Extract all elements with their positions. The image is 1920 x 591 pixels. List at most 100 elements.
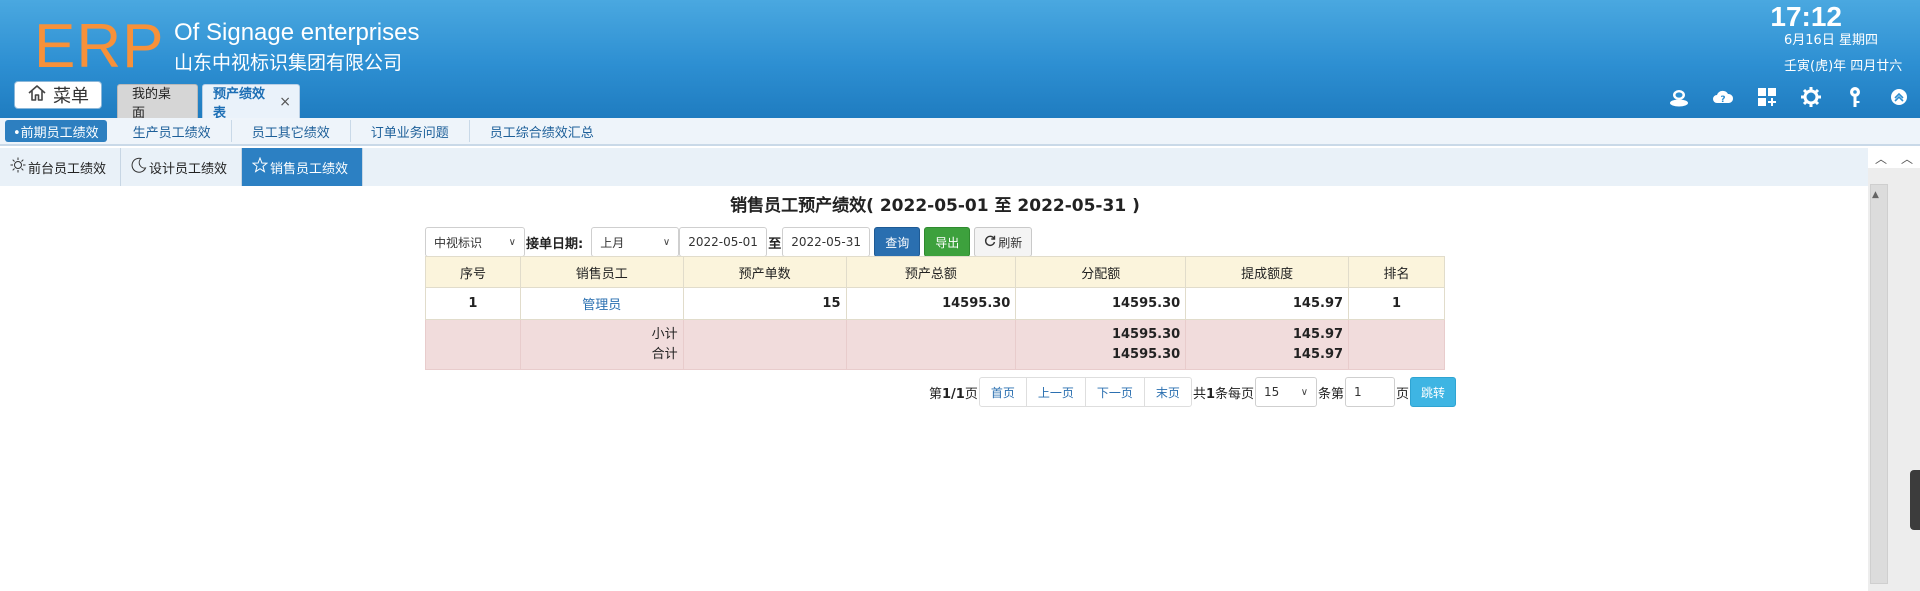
chevron-up-icon[interactable]: ︿ (1901, 150, 1913, 167)
subnav-item-performance-summary[interactable]: 员工综合绩效汇总 (470, 120, 614, 142)
column-header[interactable]: 分配额 (1015, 256, 1187, 288)
page-jump-input[interactable]: 1 (1345, 377, 1396, 407)
summary-commission: 145.97 145.97 (1185, 319, 1350, 370)
column-header[interactable]: 预产总额 (845, 256, 1017, 288)
moon-icon (131, 157, 147, 177)
grand-total-commission: 145.97 (1292, 346, 1344, 362)
clock-date: 6月16日 星期四 (1784, 33, 1878, 48)
key-icon[interactable] (1844, 86, 1866, 108)
total-prefix: 共 (1192, 386, 1206, 402)
side-panel-handle[interactable] (1910, 470, 1920, 530)
tab-design-performance[interactable]: 设计员工绩效 (121, 148, 243, 186)
page-value: 1/1 (942, 386, 965, 402)
summary-cell (845, 319, 1017, 370)
cell-number: 1 (425, 287, 521, 320)
erp-logo: ERP (34, 12, 165, 81)
settings-gear-icon[interactable] (1800, 86, 1822, 108)
period-select[interactable]: 上月 ∨ (591, 227, 680, 257)
cell-commission: 145.97 (1185, 287, 1350, 320)
apps-icon[interactable] (1756, 86, 1778, 108)
subtotal-allocated: 14595.30 (1111, 326, 1181, 342)
pagination: 第1/1页 首页 上一页 下一页 末页 共1条每页 15 ∨ 条第 1 页 跳转 (929, 376, 1457, 408)
subnav-item-other-performance[interactable]: 员工其它绩效 (232, 120, 351, 142)
date-range-separator: 至 (768, 236, 782, 252)
subnav-item-production-performance[interactable]: 生产员工绩效 (119, 120, 232, 142)
company-select-value: 中视标识 (434, 235, 483, 250)
inner-tab-bar: 前台员工绩效 设计员工绩效 销售员工绩效 (0, 148, 1868, 186)
column-header[interactable]: 销售员工 (519, 256, 684, 288)
cell-total: 14595.30 (845, 287, 1017, 320)
page-prefix: 第 (929, 386, 943, 402)
sun-icon (10, 157, 26, 177)
go-button[interactable]: 跳转 (1410, 377, 1457, 407)
cell-allocated: 14595.30 (1015, 287, 1187, 320)
grand-total-label: 合计 (651, 346, 678, 362)
svg-text:?: ? (1720, 95, 1725, 105)
tab-label: 前台员工绩效 (28, 161, 107, 177)
goto-prefix: 条第 (1318, 386, 1345, 402)
cell-employee: 管理员 (519, 287, 684, 320)
header-toolbar: ? (1668, 86, 1910, 108)
scroll-arrows[interactable]: ︿ ︿ (1868, 148, 1920, 168)
summary-labels: 小计 合计 (519, 319, 684, 370)
employee-link[interactable]: 管理员 (582, 298, 621, 313)
company-select[interactable]: 中视标识 ∨ (425, 227, 525, 257)
summary-row: 小计 合计 14595.30 14595.30 145.97 145.97 (425, 319, 1445, 370)
refresh-button[interactable]: 刷新 (974, 227, 1033, 257)
subtotal-commission: 145.97 (1292, 326, 1344, 342)
end-date-input[interactable]: 2022-05-31 (782, 227, 871, 257)
chevron-down-icon: ∨ (662, 236, 671, 248)
subnav-item-order-issues[interactable]: 订单业务问题 (351, 120, 470, 142)
page-size-value: 15 (1264, 385, 1280, 399)
home-icon (27, 83, 47, 108)
subnav-item-front-performance[interactable]: •前期员工绩效 (5, 120, 107, 142)
page-indicator: 第1/1页 (929, 383, 978, 402)
summary-cell (1348, 319, 1445, 370)
sub-navigation: •前期员工绩效 生产员工绩效 员工其它绩效 订单业务问题 员工综合绩效汇总 (0, 118, 1920, 146)
tab-production-performance[interactable]: 预产绩效表 × (202, 84, 300, 121)
column-header[interactable]: 序号 (425, 256, 521, 288)
collapse-up-icon[interactable] (1888, 86, 1910, 108)
close-tab-icon[interactable]: × (279, 94, 291, 110)
scroll-up-arrow-icon[interactable]: ▲ (1872, 190, 1879, 200)
subtotal-label: 小计 (651, 326, 678, 342)
star-icon (251, 156, 269, 177)
column-header[interactable]: 排名 (1348, 256, 1445, 288)
tab-label: 预产绩效表 (213, 86, 266, 121)
page-suffix: 页 (964, 386, 978, 402)
refresh-icon (984, 235, 996, 250)
clock-time: 17:12 (1770, 1, 1842, 32)
next-page-link[interactable]: 下一页 (1086, 378, 1145, 406)
company-name-chinese: 山东中视标识集团有限公司 (174, 52, 403, 74)
column-header[interactable]: 提成额度 (1185, 256, 1350, 288)
menu-button[interactable]: 菜单 (14, 81, 102, 109)
tab-sales-performance[interactable]: 销售员工绩效 (242, 148, 364, 186)
last-page-link[interactable]: 末页 (1145, 378, 1191, 406)
tab-front-desk-performance[interactable]: 前台员工绩效 (0, 148, 122, 186)
first-page-link[interactable]: 首页 (980, 378, 1027, 406)
filter-bar: 中视标识 ∨ 接单日期: 上月 ∨ 2022-05-01 至 2022-05-3… (425, 227, 1033, 257)
clock-lunar-date: 壬寅(虎)年 四月廿六 (1784, 59, 1903, 74)
grand-total-allocated: 14595.30 (1111, 346, 1181, 362)
chevron-down-icon: ∨ (508, 236, 516, 248)
chevron-down-icon: ∨ (1300, 386, 1309, 398)
prev-page-link[interactable]: 上一页 (1027, 378, 1086, 406)
summary-cell (425, 319, 521, 370)
start-date-input[interactable]: 2022-05-01 (679, 227, 768, 257)
tab-my-desktop[interactable]: 我的桌面 (117, 84, 198, 121)
export-button[interactable]: 导出 (924, 227, 971, 257)
help-cloud-icon[interactable]: ? (1712, 86, 1734, 108)
goto-suffix: 页 (1396, 386, 1410, 402)
report-title: 销售员工预产绩效( 2022-05-01 至 2022-05-31 ) (730, 196, 1140, 216)
menu-label: 菜单 (53, 86, 89, 107)
page-links: 首页 上一页 下一页 末页 (978, 377, 1192, 407)
scrollbar-thumb[interactable] (1870, 184, 1888, 584)
summary-cell (682, 319, 847, 370)
query-button[interactable]: 查询 (874, 227, 921, 257)
page-size-select[interactable]: 15 ∨ (1255, 377, 1318, 407)
total-suffix: 条每页 (1215, 386, 1255, 402)
column-header[interactable]: 预产单数 (682, 256, 847, 288)
total-value: 1 (1205, 386, 1215, 402)
user-icon[interactable] (1668, 86, 1690, 108)
chevron-up-icon[interactable]: ︿ (1875, 150, 1887, 167)
